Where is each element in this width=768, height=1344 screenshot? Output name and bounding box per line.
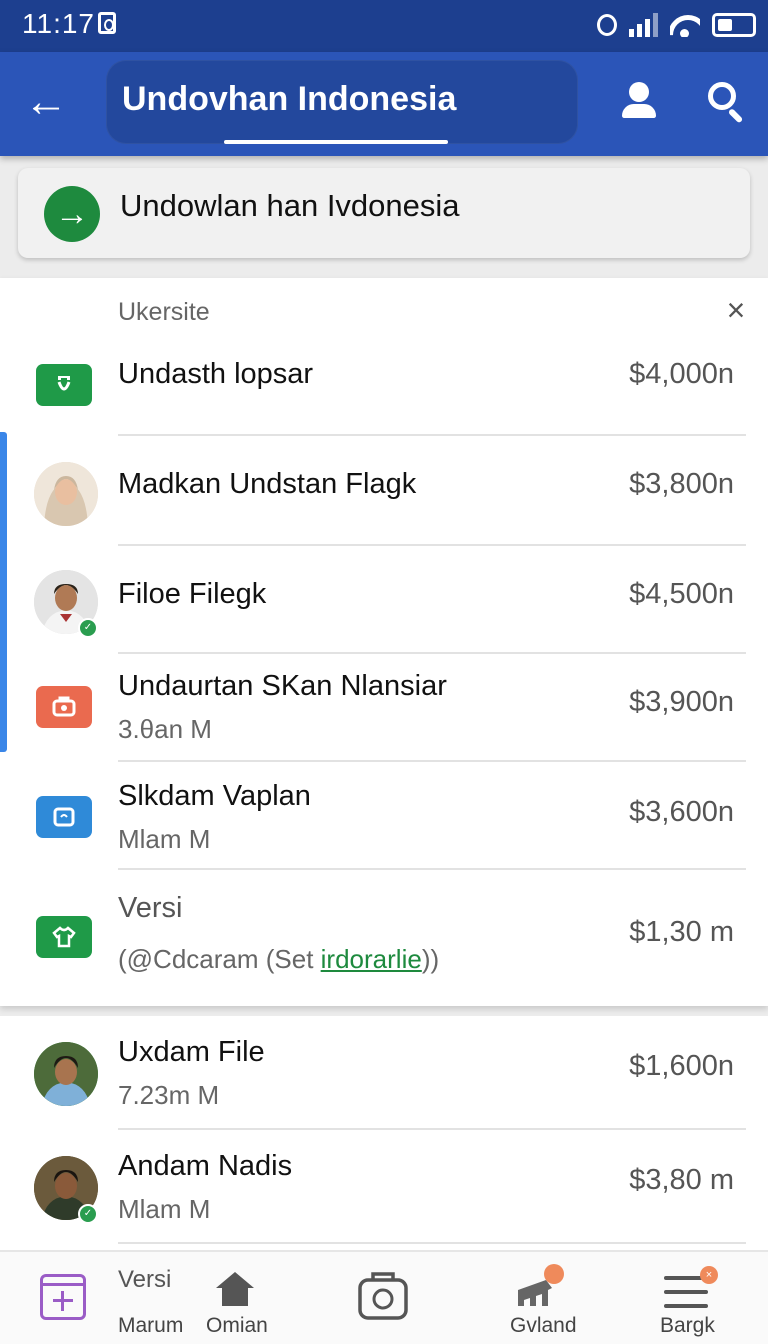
nav-label: Marum: [118, 1314, 184, 1337]
nav-label: Omian: [206, 1314, 268, 1337]
item-price: $4,000n: [629, 358, 734, 390]
home-icon: [216, 1272, 254, 1306]
close-icon[interactable]: ×: [722, 294, 750, 326]
signal-icon: [629, 13, 658, 37]
sim-icon: [98, 12, 116, 34]
item-name: Undaurtan SKan Nlansiar: [118, 670, 447, 702]
close-badge-icon: ×: [700, 1266, 718, 1284]
list-item[interactable]: Versi (@Cdcaram (Set irdorarlie)) $1,30 …: [0, 870, 768, 996]
item-price: $3,80 m: [629, 1164, 734, 1196]
item-name: Uxdam File: [118, 1036, 265, 1068]
item-name: Versi: [118, 892, 183, 924]
avatar: [34, 1042, 98, 1106]
bottom-nav: Versi Marum Omian Gvland × Bargk: [0, 1250, 768, 1344]
item-price: $3,800n: [629, 468, 734, 500]
list-item[interactable]: Slkdam Vaplan Mlam M $3,600n: [0, 762, 768, 870]
item-price: $1,30 m: [629, 916, 734, 948]
title-tab[interactable]: Undovhan Indonesia: [106, 60, 578, 144]
item-price: $3,900n: [629, 686, 734, 718]
item-subtitle: 7.23m M: [118, 1080, 220, 1110]
item-subtitle: (@Cdcaram (Set irdorarlie)): [118, 944, 439, 975]
calendar-add-icon: [40, 1274, 86, 1320]
nav-label: Gvland: [510, 1314, 577, 1337]
nav-item-omian[interactable]: Omian: [196, 1252, 276, 1344]
suggestion-card[interactable]: → Undowlan han Ivdonesia: [18, 168, 750, 258]
back-button[interactable]: ←: [22, 78, 70, 126]
camera-icon: [358, 1272, 408, 1320]
online-badge: ✓: [78, 1204, 98, 1224]
nav-label: Bargk: [660, 1314, 715, 1337]
notification-dot: [544, 1264, 564, 1284]
app-bar: ← Undovhan Indonesia: [0, 52, 768, 156]
subtitle-link[interactable]: irdorarlie: [321, 944, 422, 974]
nav-label-top: Versi: [118, 1266, 172, 1293]
frame-icon: [36, 796, 92, 838]
item-price: $4,500n: [629, 578, 734, 610]
list-item[interactable]: ✓ Andam Nadis Mlam M $3,80 m: [0, 1130, 768, 1244]
list-item[interactable]: Undasth lopsar $4,000n: [0, 336, 768, 436]
nav-item-bargk[interactable]: × Bargk: [650, 1252, 750, 1344]
list-item[interactable]: Uxdam File 7.23m M $1,600n: [0, 1016, 768, 1130]
shirt-icon: [36, 916, 92, 958]
section-label: Ukersite: [118, 298, 210, 326]
item-price: $1,600n: [629, 1050, 734, 1082]
item-name: Undasth lopsar: [118, 358, 314, 390]
subtitle-suffix: )): [421, 944, 440, 974]
item-subtitle: 3.θan M: [118, 714, 212, 744]
results-list: Ukersite × Undasth lopsar $4,000n Madkan…: [0, 278, 768, 1006]
item-subtitle: Mlam M: [118, 824, 211, 854]
list-item[interactable]: Madkan Undstan Flagk $3,800n: [0, 436, 768, 546]
item-name: Madkan Undstan Flagk: [118, 468, 417, 500]
item-subtitle: Mlam M: [118, 1194, 211, 1224]
status-bar: 11:17: [0, 0, 768, 52]
divider: [118, 1242, 746, 1244]
arrow-left-icon: ←: [24, 77, 68, 126]
item-name: Slkdam Vaplan: [118, 780, 311, 812]
wifi-icon: [670, 13, 700, 37]
alarm-icon: [597, 14, 617, 36]
nav-item-camera[interactable]: [344, 1252, 424, 1344]
page-title: Undovhan Indonesia: [122, 80, 457, 118]
scroll-indicator[interactable]: [0, 432, 7, 752]
item-price: $3,600n: [629, 796, 734, 828]
status-icons: [597, 10, 756, 40]
battery-icon: [712, 13, 756, 37]
nav-item-gvland[interactable]: Gvland: [498, 1252, 588, 1344]
avatar: [34, 462, 98, 526]
list-item[interactable]: ✓ Filoe Filegk $4,500n: [0, 546, 768, 654]
online-badge: ✓: [78, 618, 98, 638]
briefcase-icon: [36, 364, 92, 406]
item-name: Andam Nadis: [118, 1150, 293, 1182]
nav-item-marum[interactable]: Versi Marum: [20, 1252, 184, 1344]
suggestion-text: Undowlan han Ivdonesia: [120, 188, 460, 223]
status-time: 11:17: [22, 8, 95, 39]
list-item[interactable]: Undaurtan SKan Nlansiar 3.θan M $3,900n: [0, 654, 768, 762]
arrow-right-circle-icon: →: [44, 186, 100, 242]
camera-bag-icon: [36, 686, 92, 728]
profile-button[interactable]: [618, 80, 660, 122]
item-name: Filoe Filegk: [118, 578, 267, 610]
subtitle-prefix: (@Cdcaram (Set: [118, 944, 321, 974]
tab-indicator: [224, 140, 448, 144]
lower-list: Uxdam File 7.23m M $1,600n ✓ Andam Nadis…: [0, 1016, 768, 1252]
search-button[interactable]: [704, 80, 748, 124]
